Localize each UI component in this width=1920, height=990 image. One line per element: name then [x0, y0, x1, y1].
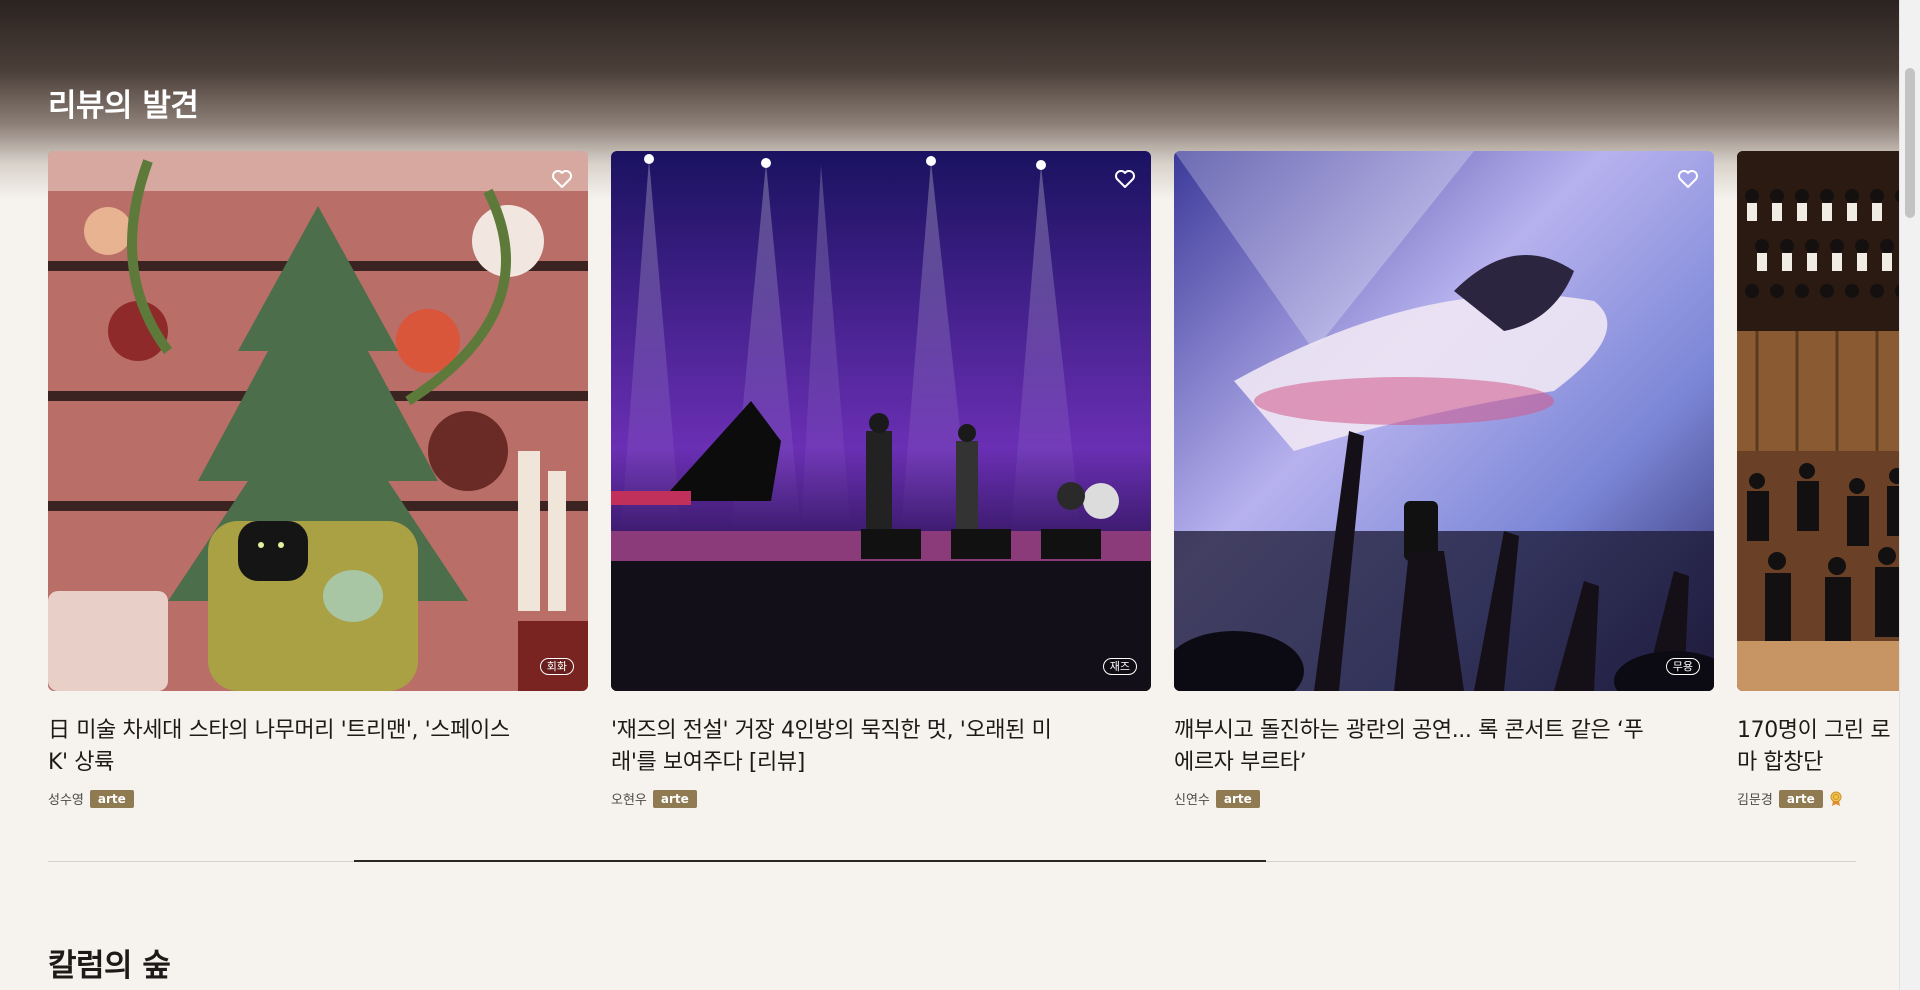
card-thumbnail[interactable]: 재즈 [611, 151, 1151, 691]
publisher-badge: arte [1778, 789, 1823, 808]
card-meta: 신연수 arte [1174, 789, 1714, 808]
review-card[interactable]: 회화 日 미술 차세대 스타의 나무머리 '트리맨', '스페이스 K' 상륙 … [48, 151, 588, 808]
author-name[interactable]: 성수영 [48, 789, 84, 808]
card-title[interactable]: '재즈의 전설' 거장 4인방의 묵직한 멋, '오래된 미래'를 보여주다 [… [611, 715, 1081, 779]
author-name[interactable]: 신연수 [1174, 789, 1210, 808]
review-card[interactable]: 재즈 '재즈의 전설' 거장 4인방의 묵직한 멋, '오래된 미래'를 보여주… [611, 151, 1151, 808]
card-title[interactable]: 깨부시고 돌진하는 광란의 공연... 록 콘서트 같은 ‘푸에르자 부르타’ [1174, 715, 1644, 779]
performance-image [1174, 151, 1714, 691]
heart-icon[interactable] [550, 167, 574, 191]
author-name[interactable]: 오현우 [611, 789, 647, 808]
publisher-badge: arte [652, 789, 697, 808]
card-thumbnail[interactable]: 무용 [1174, 151, 1714, 691]
card-thumbnail[interactable] [1737, 151, 1907, 691]
carousel-scroll-thumb[interactable] [354, 860, 1266, 862]
publisher-badge: arte [1215, 789, 1260, 808]
award-medal-icon [1830, 791, 1842, 806]
review-card[interactable]: 170명이 그린 로마 합창단 김문경 arte [1737, 151, 1907, 808]
concert-image [611, 151, 1151, 691]
heart-icon[interactable] [1113, 167, 1137, 191]
section-title-reviews: 리뷰의 발견 [48, 88, 199, 124]
page: 리뷰의 발견 회화 日 미술 차세대 스타의 나무머리 '트리맨', '스페이스… [0, 0, 1920, 990]
page-scrollbar[interactable] [1899, 0, 1920, 990]
page-scrollbar-thumb[interactable] [1905, 68, 1915, 218]
genre-badge: 재즈 [1102, 658, 1137, 675]
card-title[interactable]: 170명이 그린 로마 합창단 [1737, 715, 1907, 779]
section-title-columns: 칼럼의 숲 [48, 948, 171, 984]
card-meta: 오현우 arte [611, 789, 1151, 808]
heart-icon[interactable] [1676, 167, 1700, 191]
card-title[interactable]: 日 미술 차세대 스타의 나무머리 '트리맨', '스페이스 K' 상륙 [48, 715, 518, 779]
author-name[interactable]: 김문경 [1737, 789, 1773, 808]
card-thumbnail[interactable]: 회화 [48, 151, 588, 691]
publisher-badge: arte [89, 789, 134, 808]
choir-image [1737, 151, 1907, 691]
card-meta: 김문경 arte [1737, 789, 1907, 808]
review-card[interactable]: 무용 깨부시고 돌진하는 광란의 공연... 록 콘서트 같은 ‘푸에르자 부르… [1174, 151, 1714, 808]
card-meta: 성수영 arte [48, 789, 588, 808]
genre-badge: 회화 [539, 658, 574, 675]
genre-badge: 무용 [1665, 658, 1700, 675]
painting-image [48, 151, 588, 691]
